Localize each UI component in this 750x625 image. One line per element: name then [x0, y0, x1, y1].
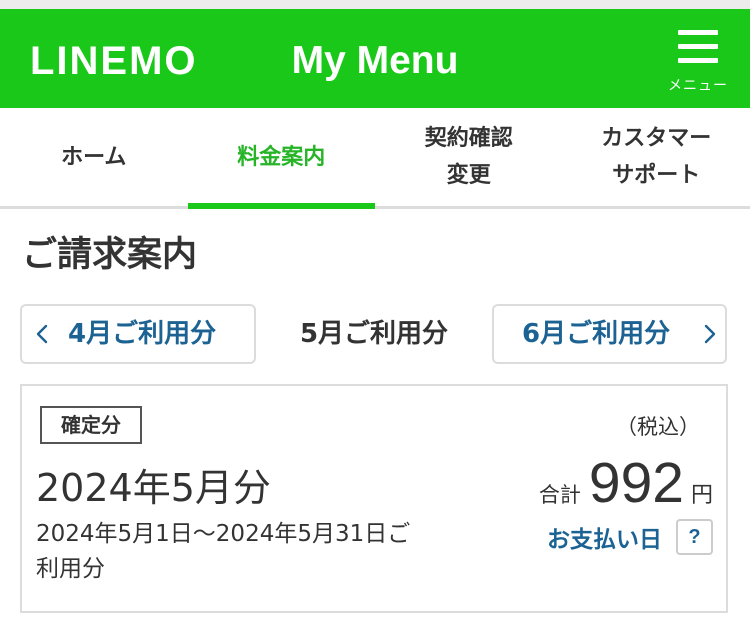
tax-note: （税込）: [616, 415, 700, 439]
tab-label: 契約確認 変更: [424, 126, 513, 188]
prev-month-label: 4月ご利用分: [68, 319, 217, 349]
tab-label: カスタマー サポート: [601, 126, 712, 188]
tab-home[interactable]: ホーム: [0, 108, 188, 206]
total-label: 合計: [538, 483, 581, 507]
bill-period-range: 2024年5月1日〜2024年5月31日ご利用分: [36, 521, 411, 582]
chevron-right-icon: [704, 324, 716, 344]
payment-date-row: お支払い日 ?: [547, 519, 713, 555]
menu-button[interactable]: メニュー: [664, 23, 732, 103]
chevron-left-icon: [36, 324, 48, 344]
bill-period-title: 2024年5月分: [36, 466, 271, 510]
bill-card: 確定分 （税込） 2024年5月分 合計 992 円 2024年5月1日〜202…: [20, 384, 728, 613]
prev-month-button[interactable]: 4月ご利用分: [20, 304, 256, 364]
page-title: My Menu: [291, 39, 459, 82]
total-row: 合計 992 円: [538, 451, 713, 515]
hamburger-menu-icon: [678, 30, 718, 63]
next-month-button[interactable]: 6月ご利用分: [492, 304, 727, 364]
tab-label: 料金案内: [237, 144, 326, 170]
help-button[interactable]: ?: [676, 519, 713, 555]
tab-label: ホーム: [61, 144, 127, 170]
section-title: ご請求案内: [22, 235, 198, 275]
tab-billing[interactable]: 料金案内: [187, 108, 376, 209]
next-month-label: 6月ご利用分: [522, 319, 671, 349]
tab-support[interactable]: カスタマー サポート: [563, 108, 750, 206]
current-month-label: 5月ご利用分: [299, 319, 449, 349]
total-amount: 992: [588, 451, 684, 515]
payment-date-link[interactable]: お支払い日: [547, 520, 662, 554]
app-header: LINEMO My Menu メニュー: [0, 9, 750, 108]
status-badge: 確定分: [40, 406, 142, 444]
menu-label: メニュー: [668, 78, 728, 94]
tab-contract[interactable]: 契約確認 変更: [375, 108, 563, 206]
main-nav-tabs: ホーム 料金案内 契約確認 変更 カスタマー サポート: [0, 108, 750, 209]
currency-label: 円: [690, 483, 713, 508]
top-strip: [0, 0, 750, 9]
